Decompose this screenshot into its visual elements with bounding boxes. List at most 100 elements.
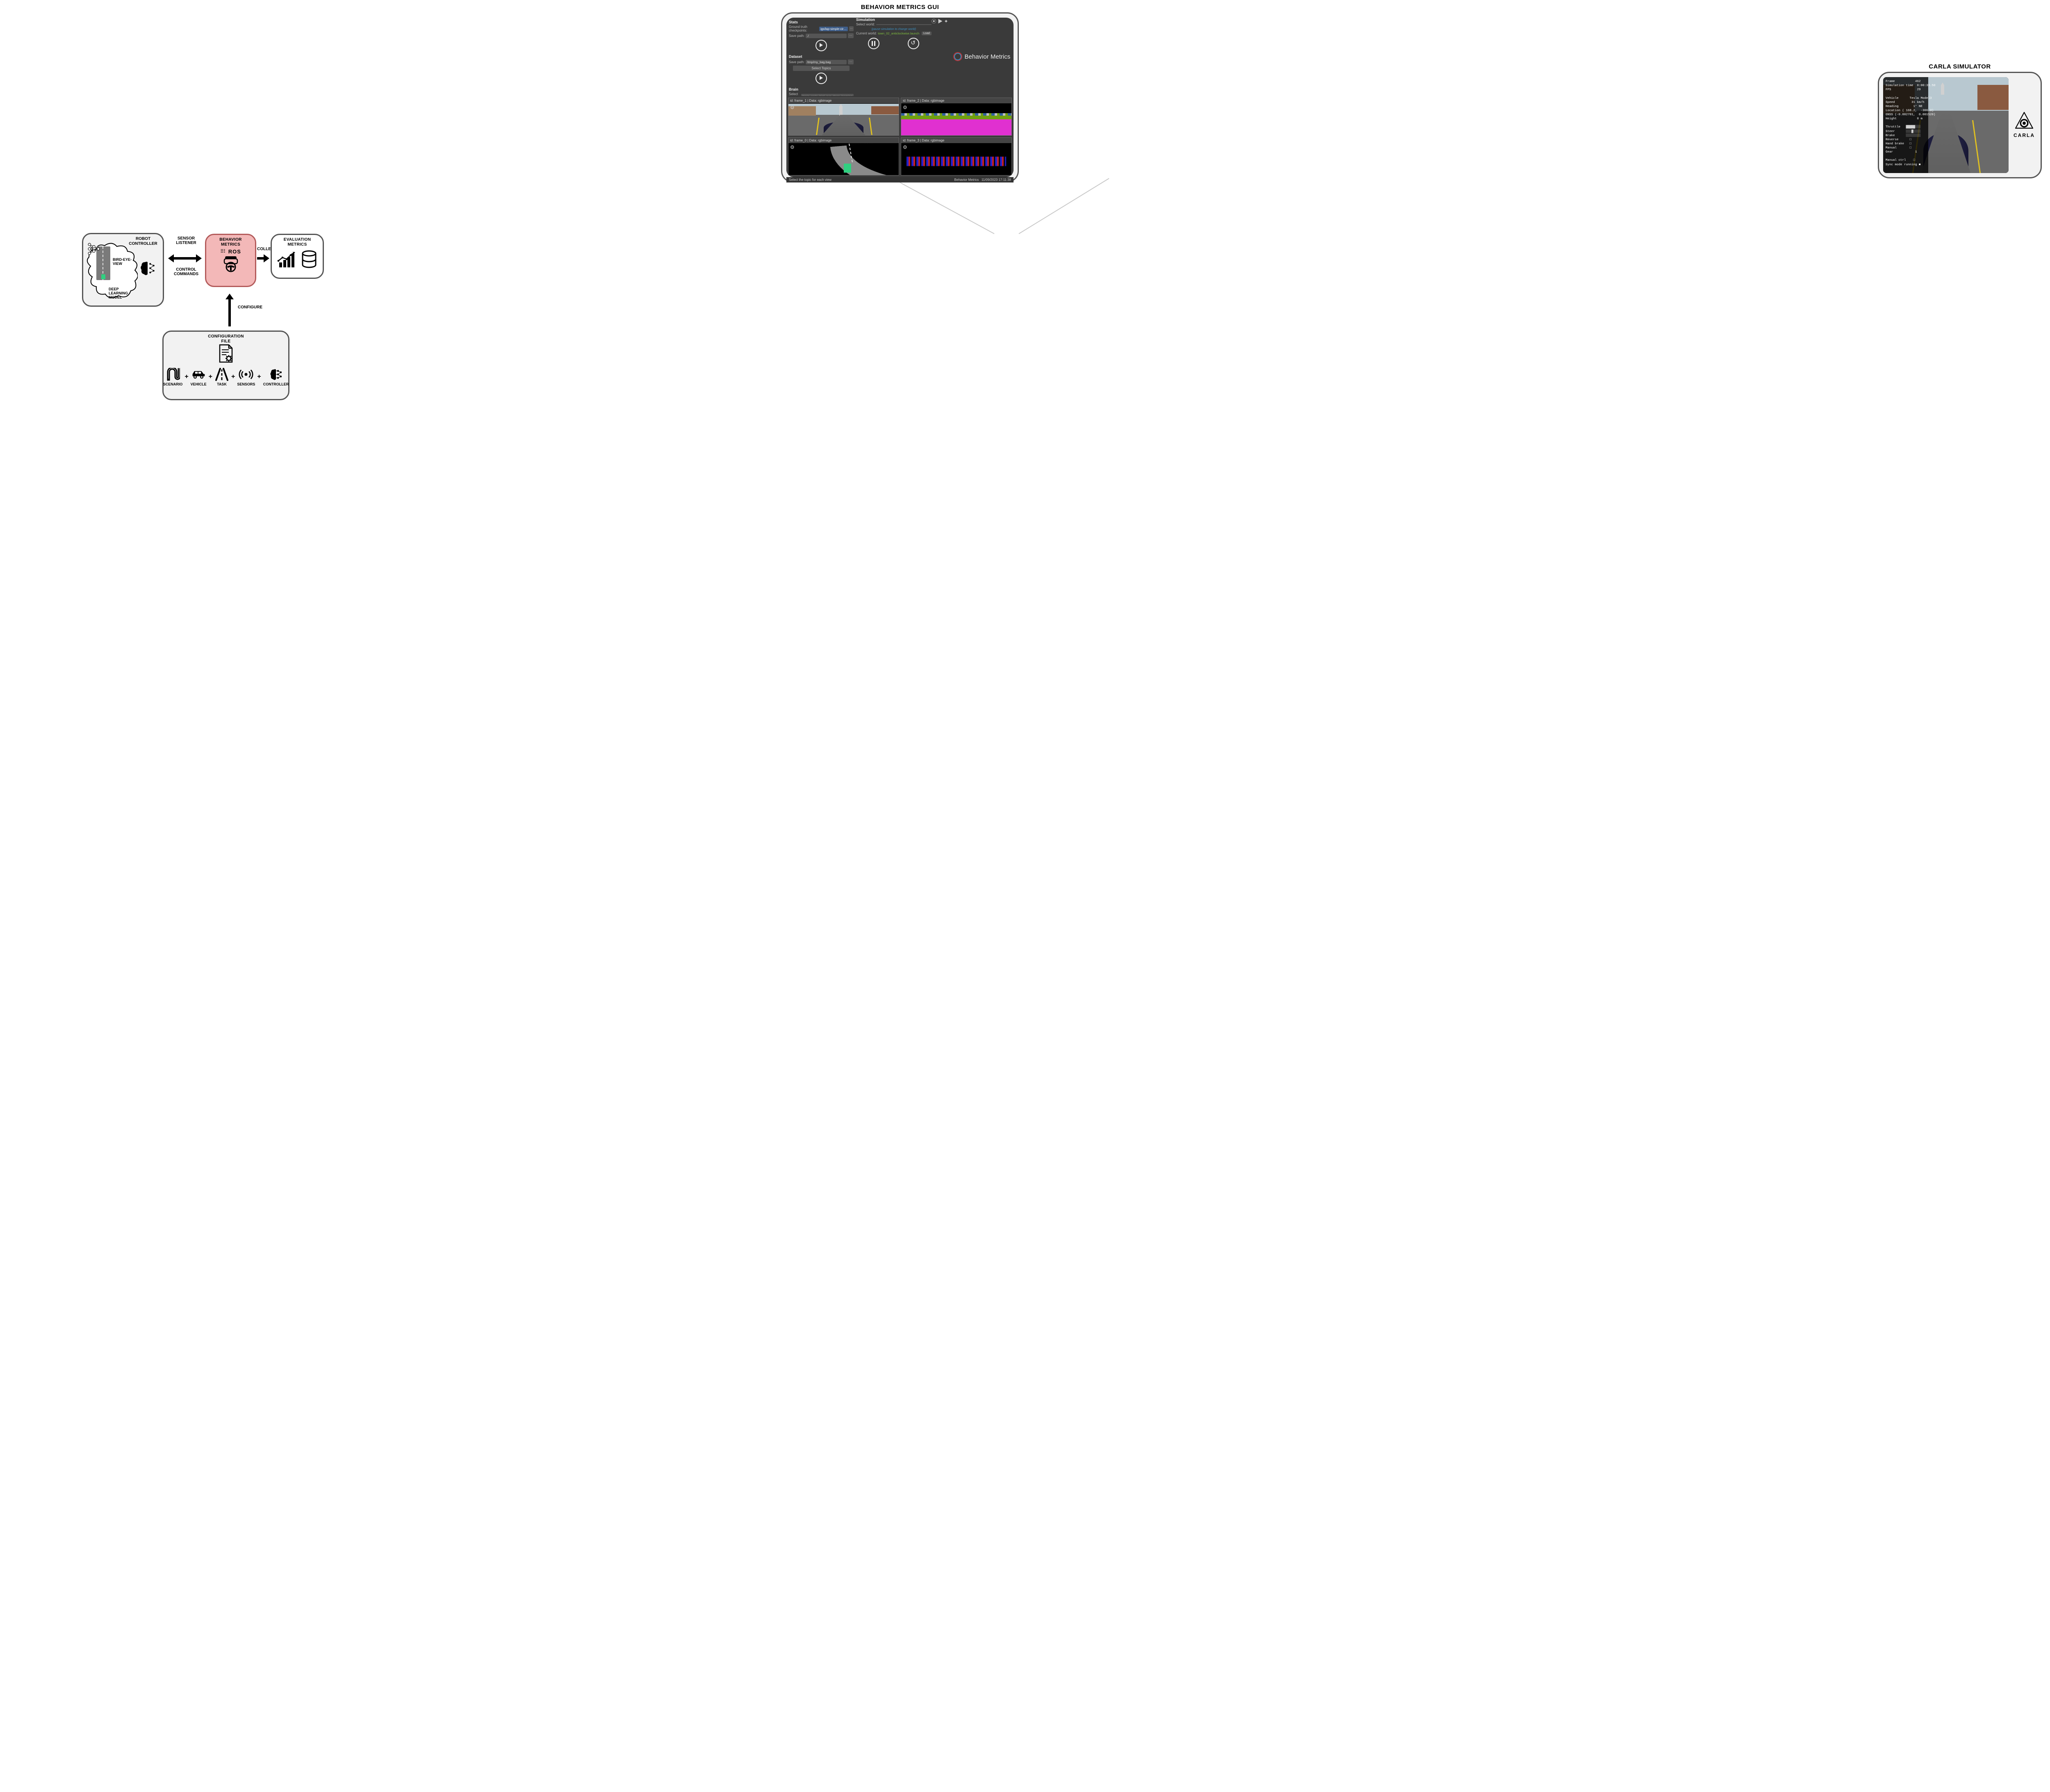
view-frame-3[interactable]: id: frame_3 | Data: rgbimage ⚙ bbox=[901, 137, 1012, 176]
dataset-group: Dataset Save path: /tmp/my_bag.bag … Sel… bbox=[789, 55, 854, 84]
hud-heading-l: Heading bbox=[1886, 105, 1899, 108]
sensor-listener-label: SENSOR LISTENER bbox=[170, 236, 203, 245]
bar-chart-icon bbox=[277, 250, 297, 269]
view-frame-2[interactable]: id: frame_2 | Data: rgbimage ⚙ bbox=[901, 98, 1012, 136]
dataset-browse-button[interactable]: … bbox=[848, 59, 854, 64]
neural-network-icon bbox=[87, 242, 101, 256]
simulation-title: Simulation bbox=[856, 18, 932, 22]
frame-0-image bbox=[788, 144, 899, 175]
behavior-metrics-gui-panel: BEHAVIOR METRICS GUI Stats Ground truth … bbox=[781, 12, 1019, 182]
ground-truth-value[interactable]: igs/lap-simple-circuit.bag bbox=[819, 27, 848, 31]
config-block-title: CONFIGURATION FILE bbox=[208, 334, 244, 344]
simulation-pause-button[interactable] bbox=[868, 38, 879, 49]
hud-gnss-l: GNSS bbox=[1886, 113, 1893, 116]
hud-throttle-l: Throttle bbox=[1886, 125, 1900, 129]
select-world-dropdown[interactable] bbox=[876, 24, 932, 25]
select-brain-row: Select brain: brain_carla_bird_eye_deep_… bbox=[789, 92, 854, 96]
github-icon[interactable]: ⦿ bbox=[932, 18, 936, 24]
world-load-button[interactable]: Load bbox=[922, 32, 932, 35]
hud-vehicle-v: Tesla Model3 bbox=[1910, 97, 1932, 100]
simulation-reload-button[interactable] bbox=[908, 38, 919, 49]
status-left: Select the topic for each view bbox=[789, 178, 831, 182]
frame-0-header: id: frame_0 | Data: rgbimage bbox=[788, 138, 899, 143]
hud-frame-l: Frame bbox=[1886, 80, 1895, 83]
hud-speed-l: Speed bbox=[1886, 101, 1895, 104]
controller-label: CONTROLLER bbox=[263, 382, 289, 386]
config-row: SCENARIO + VEHICLE + bbox=[163, 367, 289, 386]
bidirectional-arrow bbox=[168, 252, 202, 265]
hud-mctrl-l: Manual ctrl bbox=[1886, 159, 1906, 162]
ground-truth-row: Ground truth checkpoints: igs/lap-simple… bbox=[789, 25, 854, 32]
brain-title: Brain bbox=[789, 87, 854, 91]
save-path-row: Save path: ./ … bbox=[789, 33, 854, 38]
twitter-icon[interactable]: ✦ bbox=[944, 18, 948, 24]
controller-item: CONTROLLER bbox=[263, 367, 289, 386]
hud-handbrake-v: □ bbox=[1910, 142, 1912, 146]
hud-handbrake-l: Hand brake bbox=[1886, 142, 1904, 146]
frame-0-gear-icon[interactable]: ⚙ bbox=[790, 144, 795, 150]
scenario-label: SCENARIO bbox=[163, 382, 183, 386]
select-world-label: Select world: bbox=[856, 23, 875, 26]
logo-ring-icon bbox=[953, 52, 962, 61]
select-topics-button[interactable]: Select Topics bbox=[793, 66, 850, 71]
view-frame-1[interactable]: id: frame_1 | Data: rgbimage ⚙ bbox=[788, 98, 899, 136]
current-world-label: Current world: bbox=[856, 32, 877, 35]
stats-title: Stats bbox=[789, 20, 854, 24]
frame-3-header: id: frame_3 | Data: rgbimage bbox=[901, 138, 1011, 143]
hud-steer-l: Steer bbox=[1886, 130, 1895, 133]
youtube-icon[interactable]: ▶ bbox=[938, 18, 943, 24]
task-label: TASK bbox=[217, 382, 227, 386]
vehicle-label: VEHICLE bbox=[191, 382, 207, 386]
dataset-title: Dataset bbox=[789, 55, 854, 59]
save-path-browse-button[interactable]: … bbox=[848, 33, 854, 38]
view-frame-0[interactable]: id: frame_0 | Data: rgbimage ⚙ bbox=[788, 137, 899, 176]
bird-eye-label: BIRD-EYE- VIEW bbox=[113, 258, 137, 266]
current-world-row: Current world: town_02_anticlockwise.lau… bbox=[856, 32, 932, 35]
collect-arrow bbox=[257, 253, 269, 263]
page: BEHAVIOR METRICS GUI Stats Ground truth … bbox=[773, 0, 1277, 406]
save-path-label: Save path: bbox=[789, 34, 804, 38]
control-commands-label: CONTROL COMMANDS bbox=[168, 267, 204, 276]
status-right: 11/09/2023 17:11:38 bbox=[982, 178, 1011, 182]
hud-gear-l: Gear bbox=[1886, 150, 1893, 154]
stats-group: Stats Ground truth checkpoints: igs/lap-… bbox=[789, 20, 854, 51]
plus-icon: + bbox=[208, 373, 213, 381]
config-file-icon bbox=[216, 344, 235, 364]
carla-simulator-panel: CARLA SIMULATOR Frame 462 Simulation tim… bbox=[1878, 72, 2042, 178]
social-links: ⦿ ▶ ✦ bbox=[932, 18, 951, 96]
gui-main: Stats Ground truth checkpoints: igs/lap-… bbox=[786, 18, 1014, 96]
brain-chip-icon bbox=[139, 260, 156, 277]
eval-icons bbox=[277, 250, 318, 269]
status-center: Behavior Metrics bbox=[954, 178, 979, 182]
save-path-input[interactable]: ./ bbox=[806, 34, 847, 38]
hud-frame-v: 462 bbox=[1915, 80, 1921, 83]
road-icon bbox=[215, 368, 229, 381]
hud-gnss-v: (-0.002701, 0.001520) bbox=[1895, 113, 1936, 116]
hud-vehicle-l: Vehicle bbox=[1886, 97, 1899, 100]
frame-1-gear-icon[interactable]: ⚙ bbox=[790, 105, 795, 110]
carla-inner: Frame 462 Simulation time 0:00:39.50 FPS… bbox=[1883, 77, 2036, 173]
cloud-group: BIRD-EYE- VIEW DEEP LEARNING MODEL bbox=[87, 242, 138, 295]
car-icon bbox=[191, 368, 206, 381]
frame-2-header: id: frame_2 | Data: rgbimage bbox=[901, 98, 1011, 103]
frame-3-gear-icon[interactable]: ⚙ bbox=[903, 144, 907, 150]
brain-group: Brain Select brain: brain_carla_bird_eye… bbox=[789, 87, 854, 96]
behavior-metrics-logo: Behavior Metrics bbox=[951, 18, 1013, 96]
bm-block-title: BEHAVIOR METRICS bbox=[219, 237, 241, 247]
task-item: TASK bbox=[214, 367, 229, 386]
frame-1-header: id: frame_1 | Data: rgbimage bbox=[788, 98, 899, 103]
carla-viewport[interactable]: Frame 462 Simulation time 0:00:39.50 FPS… bbox=[1883, 77, 2009, 173]
hud-height-v: 0 m bbox=[1917, 117, 1923, 121]
stats-play-button[interactable] bbox=[815, 40, 827, 51]
hud-mctrl-v: □ bbox=[1913, 159, 1916, 162]
hud-fps-v: 29 bbox=[1917, 88, 1921, 91]
dataset-save-input[interactable]: /tmp/my_bag.bag bbox=[806, 60, 847, 64]
gui-sidebar: Stats Ground truth checkpoints: igs/lap-… bbox=[786, 18, 856, 96]
ground-truth-browse-button[interactable]: … bbox=[849, 26, 854, 31]
dataset-play-button[interactable] bbox=[815, 73, 827, 84]
scenario-icon bbox=[166, 368, 180, 381]
select-brain-label: Select brain: bbox=[789, 92, 800, 96]
carla-panel-label: CARLA SIMULATOR bbox=[1879, 63, 2041, 70]
frame-2-gear-icon[interactable]: ⚙ bbox=[903, 105, 907, 110]
frame-2-image bbox=[901, 104, 1011, 135]
